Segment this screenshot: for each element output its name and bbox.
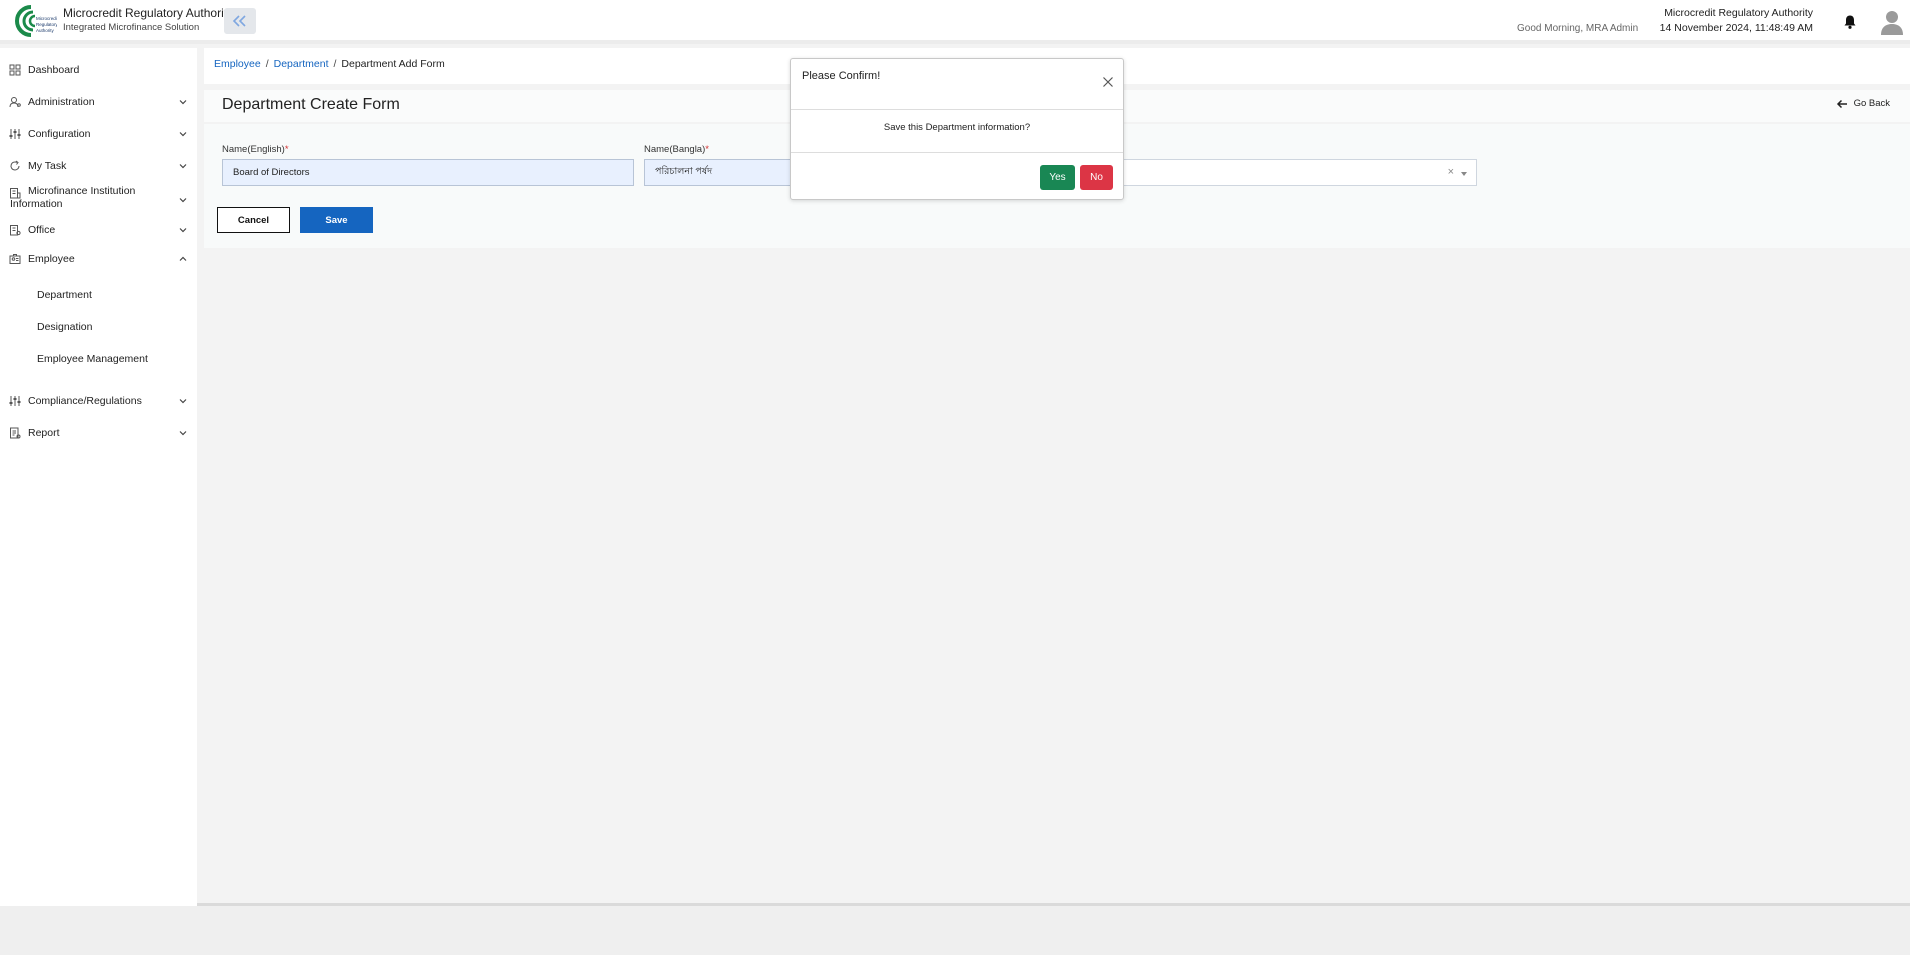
employee-icon [9, 254, 21, 264]
greeting-text: Good Morning, MRA Admin [1517, 23, 1639, 34]
sidebar-subitem-designation[interactable]: Designation [37, 321, 92, 333]
sidebar-item-configuration[interactable]: Configuration [0, 123, 197, 145]
bottom-area [0, 906, 1910, 955]
grid-icon [9, 64, 21, 76]
required-asterisk: * [705, 144, 709, 155]
confirm-dialog: Please Confirm! Save this Department inf… [790, 58, 1124, 200]
chevron-down-icon [179, 228, 187, 233]
sidebar-item-label: Office [28, 224, 56, 236]
breadcrumb-current: Department Add Form [341, 58, 445, 70]
user-avatar-icon[interactable] [1880, 9, 1904, 35]
top-header: Microcredit Regulatory Authority Microcr… [0, 0, 1910, 44]
cancel-button[interactable]: Cancel [217, 207, 290, 233]
breadcrumb: Employee / Department / Department Add Form [214, 58, 445, 70]
no-button[interactable]: No [1080, 165, 1113, 190]
svg-text:Authority: Authority [36, 28, 55, 33]
sidebar-item-administration[interactable]: Administration [0, 91, 197, 113]
name-english-label-text: Name(English) [222, 144, 285, 155]
mra-logo: Microcredit Regulatory Authority [15, 5, 57, 37]
brand-subtitle: Integrated Microfinance Solution [63, 22, 200, 33]
name-bangla-input[interactable]: পরিচালনা পর্ষদ [644, 159, 794, 186]
notification-bell-icon[interactable] [1842, 14, 1858, 30]
brand-title: Microcredit Regulatory Authority [63, 6, 234, 20]
sliders-icon [9, 129, 21, 139]
refresh-icon [10, 160, 20, 171]
sidebar-item-microfinance-institution[interactable]: Microfinance Institution Information [0, 185, 197, 215]
name-english-input[interactable]: Board of Directors [222, 159, 634, 186]
chevron-down-icon [179, 399, 187, 404]
select-clear-icon[interactable]: × [1448, 166, 1454, 178]
name-bangla-label: Name(Bangla)* [644, 144, 709, 155]
sidebar-subitem-employee-management[interactable]: Employee Management [37, 353, 148, 365]
chevron-down-icon [179, 100, 187, 105]
sidebar-item-label: Microfinance Institution [28, 185, 136, 197]
sidebar-item-dashboard[interactable]: Dashboard [0, 59, 197, 81]
sidebar-item-label: Report [28, 427, 60, 439]
go-back-label: Go Back [1853, 98, 1890, 109]
chevron-down-icon [179, 164, 187, 169]
chevron-down-icon [179, 132, 187, 137]
sidebar-item-label: Compliance/Regulations [28, 395, 142, 407]
chevron-down-icon [179, 431, 187, 436]
sidebar-item-label: Administration [28, 96, 95, 108]
sidebar-item-label: Employee [28, 253, 75, 265]
office-icon [10, 225, 21, 236]
yes-button[interactable]: Yes [1040, 165, 1075, 190]
chevron-up-icon [179, 256, 187, 261]
sidebar-item-label: Dashboard [28, 64, 80, 76]
report-icon [10, 427, 21, 439]
name-english-label: Name(English)* [222, 144, 289, 155]
caret-down-icon[interactable] [1460, 171, 1468, 177]
collapse-sidebar-button[interactable] [224, 8, 256, 34]
org-name: Microcredit Regulatory Authority [1664, 7, 1813, 19]
breadcrumb-separator: / [333, 58, 337, 70]
sidebar-subitem-department[interactable]: Department [37, 289, 92, 301]
user-gear-icon [9, 97, 21, 108]
dialog-divider [791, 152, 1123, 153]
name-bangla-label-text: Name(Bangla) [644, 144, 706, 155]
go-back-button[interactable]: Go Back [1836, 98, 1890, 109]
sidebar: Dashboard Administration Configuration M… [0, 48, 197, 906]
sidebar-item-report[interactable]: Report [0, 422, 197, 444]
sidebar-item-label: My Task [28, 160, 67, 172]
dialog-message: Save this Department information? [883, 122, 1031, 133]
sliders-icon [9, 396, 21, 406]
arrow-left-icon [1836, 99, 1847, 108]
double-chevron-left-icon [232, 15, 246, 27]
sidebar-item-my-task[interactable]: My Task [0, 155, 197, 177]
sidebar-item-employee[interactable]: Employee [0, 248, 197, 270]
breadcrumb-department-link[interactable]: Department [274, 58, 329, 70]
sidebar-item-compliance-regulations[interactable]: Compliance/Regulations [0, 390, 197, 412]
dialog-title: Please Confirm! [802, 70, 881, 82]
sidebar-item-label: Configuration [28, 128, 91, 140]
breadcrumb-employee-link[interactable]: Employee [214, 58, 261, 70]
sidebar-item-label-line2: Information [10, 198, 63, 210]
save-button[interactable]: Save [300, 207, 373, 233]
page-title: Department Create Form [222, 96, 400, 113]
close-icon[interactable] [1102, 76, 1114, 88]
required-asterisk: * [284, 144, 289, 155]
svg-text:Microcredit: Microcredit [36, 16, 57, 21]
chevron-down-icon [179, 198, 187, 203]
dropdown-select[interactable]: × [1123, 159, 1477, 186]
sidebar-item-office[interactable]: Office [0, 219, 197, 241]
breadcrumb-separator: / [265, 58, 269, 70]
svg-text:Regulatory: Regulatory [36, 22, 57, 27]
dialog-divider [791, 109, 1123, 110]
current-datetime: 14 November 2024, 11:48:49 AM [1659, 22, 1813, 34]
